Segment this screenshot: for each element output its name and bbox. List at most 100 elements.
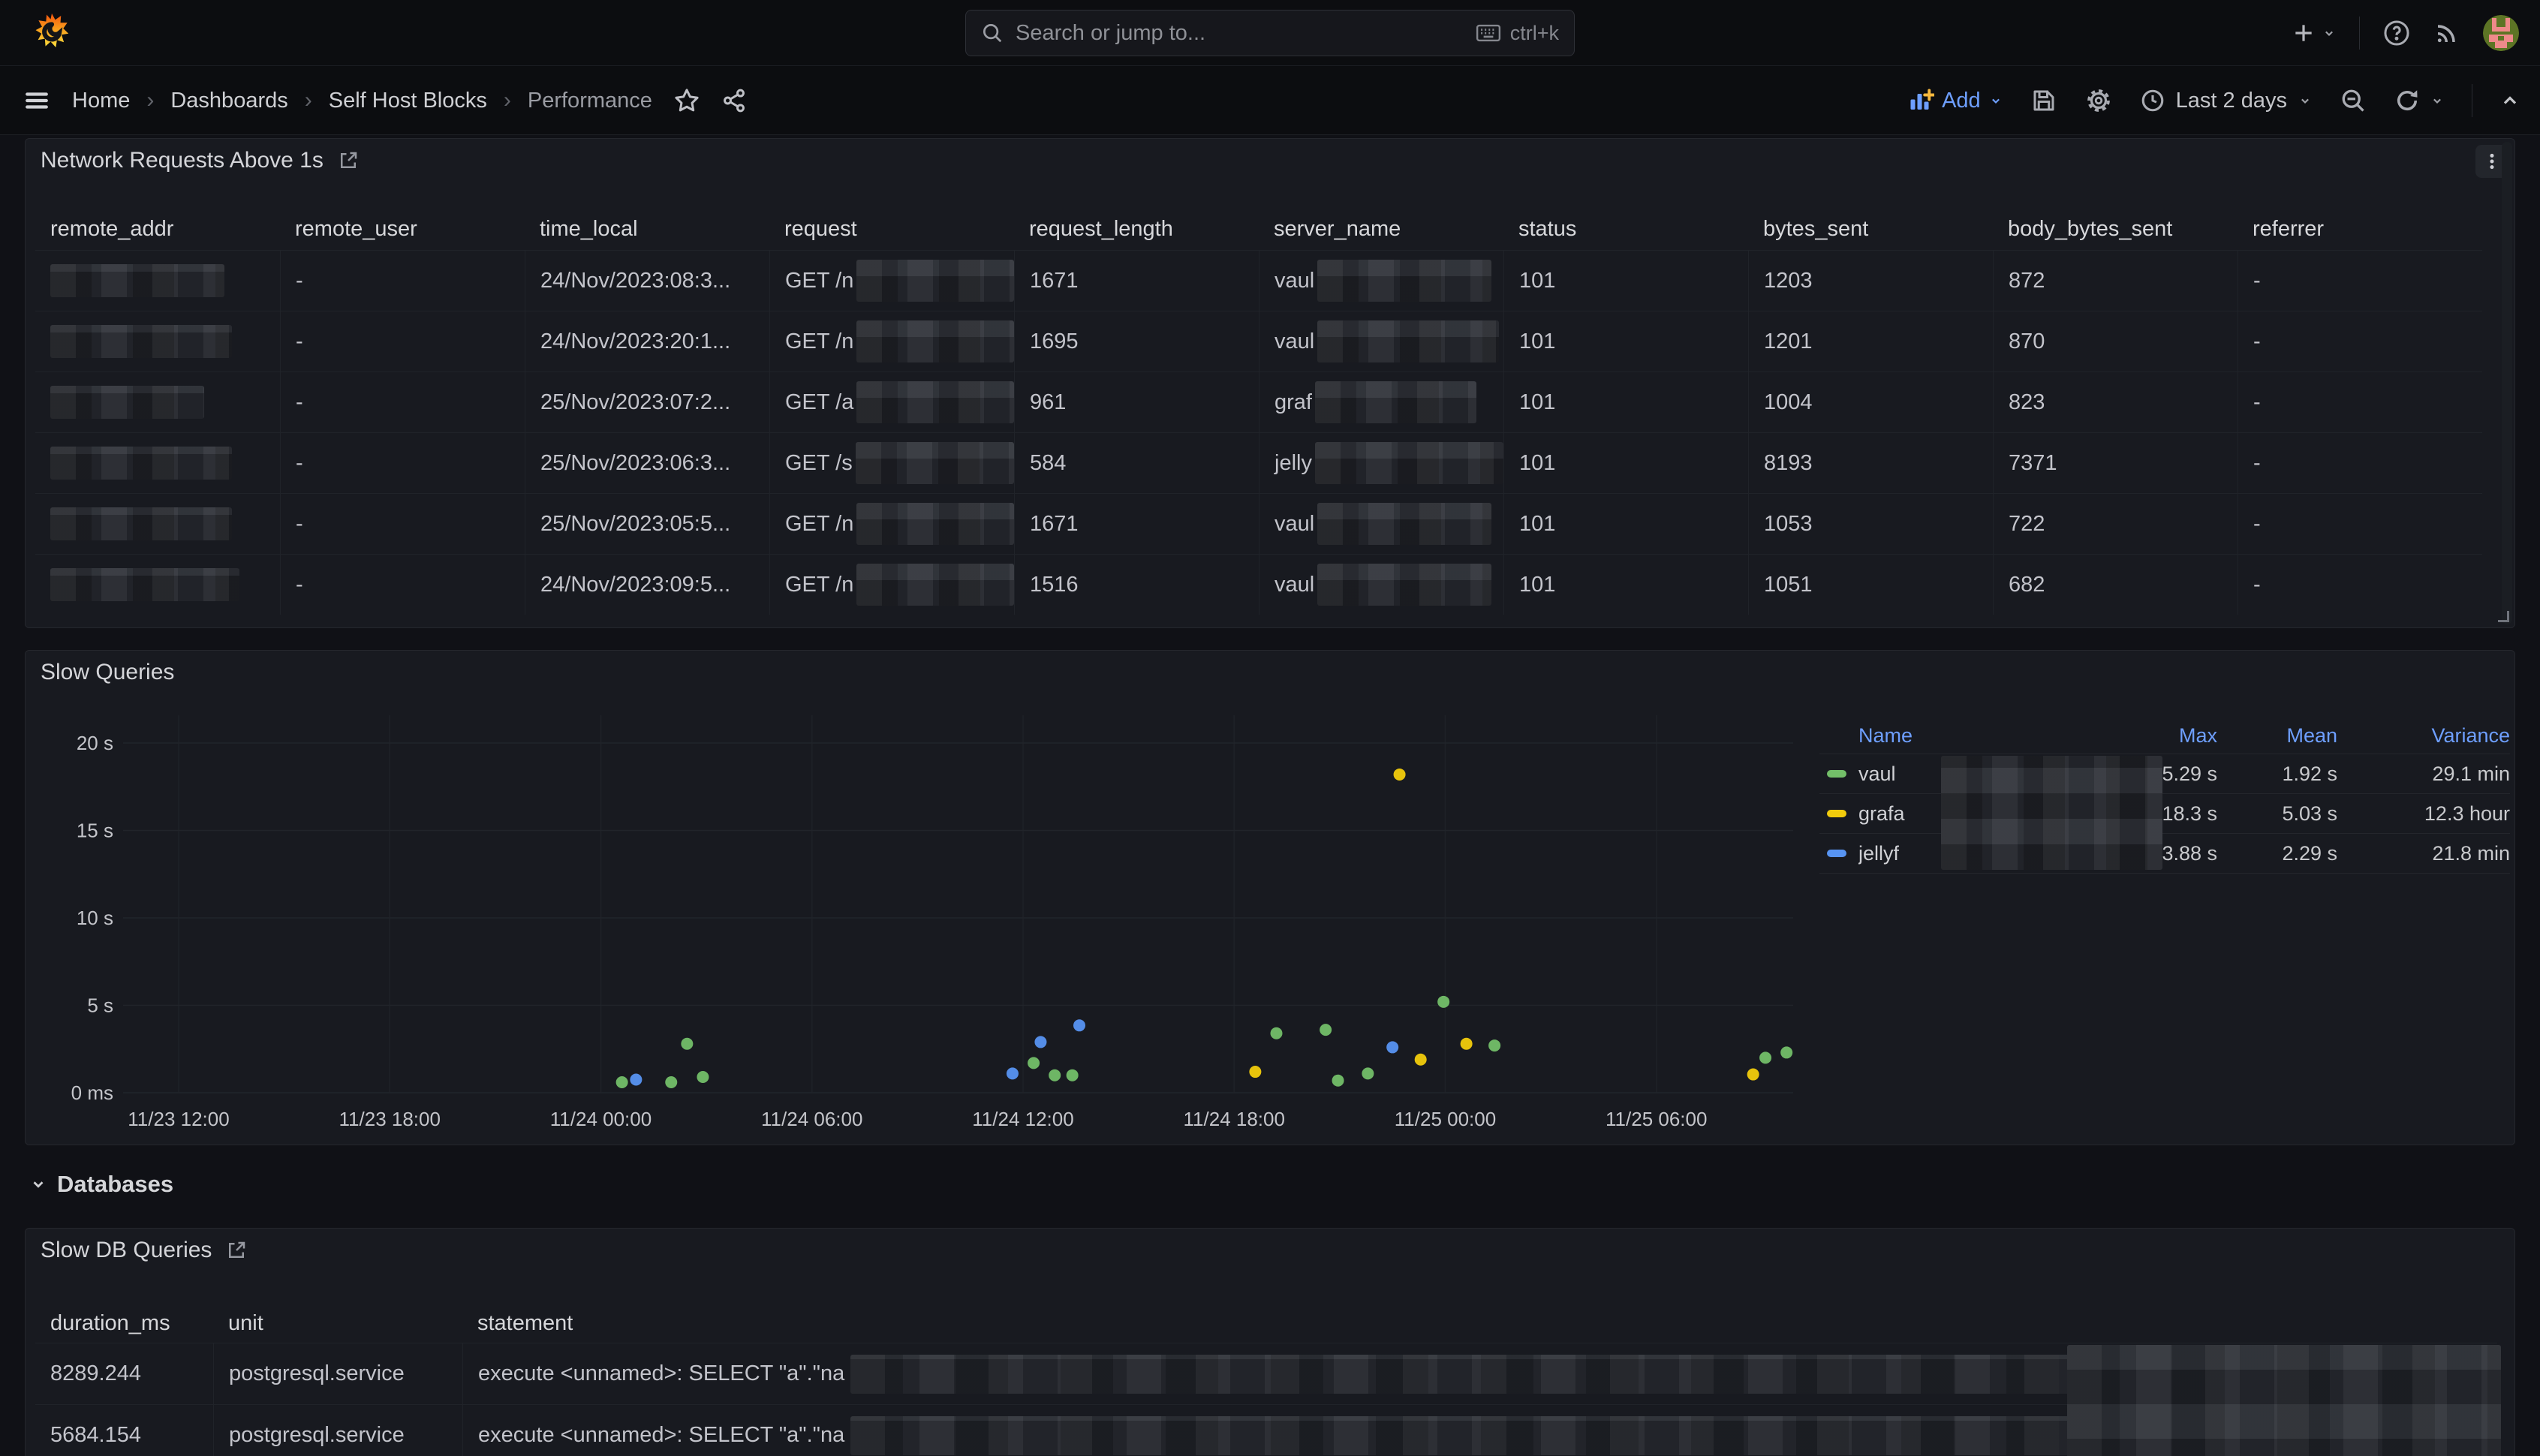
legend-mean-value: 2.29 s bbox=[2217, 842, 2337, 865]
cell-request-length: 1671 bbox=[1014, 251, 1259, 311]
cell-remote-user: - bbox=[280, 494, 525, 554]
cell-body-bytes-sent: 823 bbox=[1993, 372, 2238, 432]
scatter-point-vaul bbox=[616, 1076, 628, 1088]
scatter-point-vaul bbox=[697, 1071, 709, 1083]
redacted-value bbox=[856, 564, 1014, 606]
external-link-icon[interactable] bbox=[337, 149, 360, 172]
redacted-value bbox=[856, 442, 1014, 484]
column-header-referrer[interactable]: referrer bbox=[2238, 208, 2482, 250]
help-icon[interactable] bbox=[2382, 19, 2411, 47]
cell-remote-user: - bbox=[280, 251, 525, 311]
column-header-remote_user[interactable]: remote_user bbox=[280, 208, 525, 250]
zoom-out-time-icon[interactable] bbox=[2340, 87, 2367, 114]
x-axis-tick-label: 11/25 00:00 bbox=[1395, 1108, 1496, 1130]
column-header-body_bytes_sent[interactable]: body_bytes_sent bbox=[1993, 208, 2238, 250]
scatter-point-grafa bbox=[1747, 1069, 1759, 1081]
x-axis-tick-label: 11/24 00:00 bbox=[550, 1108, 652, 1130]
top-nav-actions bbox=[2292, 0, 2519, 66]
panel-scrollbar[interactable] bbox=[2502, 142, 2512, 624]
news-rss-icon[interactable] bbox=[2433, 20, 2460, 47]
search-bar[interactable]: ctrl+k bbox=[965, 10, 1575, 56]
cell-remote-addr bbox=[35, 555, 280, 615]
favorite-star-icon[interactable] bbox=[673, 87, 700, 114]
cell-server-name: graf bbox=[1259, 372, 1503, 432]
redacted-value bbox=[1317, 320, 1499, 362]
redacted-statement-block bbox=[2067, 1345, 2501, 1456]
redacted-value bbox=[50, 264, 224, 297]
cell-status: 101 bbox=[1503, 251, 1748, 311]
breadcrumb-item[interactable]: Self Host Blocks bbox=[329, 89, 487, 113]
cell-status: 101 bbox=[1503, 433, 1748, 493]
breadcrumb: Home›Dashboards›Self Host Blocks›Perform… bbox=[72, 88, 652, 113]
table-row: -25/Nov/2023:06:3...GET /s584jelly101819… bbox=[35, 432, 2482, 493]
search-input[interactable] bbox=[1016, 21, 1476, 46]
x-axis-tick-label: 11/24 12:00 bbox=[972, 1108, 1073, 1130]
column-header-request[interactable]: request bbox=[769, 208, 1014, 250]
column-header-duration_ms[interactable]: duration_ms bbox=[35, 1304, 213, 1343]
new-menu-button[interactable] bbox=[2292, 21, 2337, 45]
column-header-server_name[interactable]: server_name bbox=[1259, 208, 1503, 250]
panel-title[interactable]: Network Requests Above 1s bbox=[41, 148, 324, 173]
cell-time-local: 25/Nov/2023:06:3... bbox=[525, 433, 769, 493]
column-header-time_local[interactable]: time_local bbox=[525, 208, 769, 250]
breadcrumb-item[interactable]: Dashboards bbox=[170, 89, 287, 113]
redacted-value bbox=[50, 507, 232, 540]
series-color-swatch[interactable] bbox=[1827, 850, 1846, 857]
share-icon[interactable] bbox=[721, 88, 747, 113]
column-header-statement[interactable]: statement bbox=[462, 1304, 2497, 1343]
scatter-point-vaul bbox=[1028, 1057, 1040, 1069]
panel-title[interactable]: Slow DB Queries bbox=[41, 1238, 212, 1263]
cell-duration-ms: 8289.244 bbox=[35, 1343, 213, 1404]
panel-resize-handle[interactable] bbox=[2498, 611, 2509, 622]
table-body: -24/Nov/2023:08:3...GET /n1671vaul101120… bbox=[35, 250, 2482, 615]
collapse-toolbar-chevron-icon[interactable] bbox=[2499, 90, 2520, 111]
grafana-logo[interactable] bbox=[35, 11, 69, 56]
cell-request: GET /n bbox=[769, 251, 1014, 311]
legend-header-mean[interactable]: Mean bbox=[2217, 724, 2337, 748]
legend-mean-value: 5.03 s bbox=[2217, 802, 2337, 826]
slow-queries-scatter-chart[interactable]: 0 ms5 s10 s15 s20 s11/23 12:0011/23 18:0… bbox=[71, 694, 1804, 1145]
column-header-request_length[interactable]: request_length bbox=[1014, 208, 1259, 250]
redacted-value bbox=[856, 503, 1014, 545]
breadcrumb-item[interactable]: Performance bbox=[528, 89, 652, 113]
save-dashboard-icon[interactable] bbox=[2030, 87, 2057, 114]
refresh-dashboard-button[interactable] bbox=[2394, 87, 2445, 114]
cell-bytes-sent: 1051 bbox=[1748, 555, 1993, 615]
dashboard-settings-gear-icon[interactable] bbox=[2084, 86, 2113, 115]
series-color-swatch[interactable] bbox=[1827, 770, 1846, 778]
legend-header-max[interactable]: Max bbox=[2090, 724, 2217, 748]
cell-bytes-sent: 1053 bbox=[1748, 494, 1993, 554]
cell-status: 101 bbox=[1503, 555, 1748, 615]
series-color-swatch[interactable] bbox=[1827, 810, 1846, 817]
cell-remote-addr bbox=[35, 433, 280, 493]
cell-bytes-sent: 1203 bbox=[1748, 251, 1993, 311]
hamburger-menu-icon[interactable] bbox=[23, 88, 51, 113]
databases-section-label: Databases bbox=[57, 1171, 173, 1198]
scatter-point-vaul bbox=[1271, 1027, 1283, 1039]
legend-header-variance[interactable]: Variance bbox=[2337, 724, 2510, 748]
user-avatar[interactable] bbox=[2483, 15, 2519, 51]
scatter-point-jellyf bbox=[1034, 1036, 1046, 1048]
cell-request-length: 1671 bbox=[1014, 494, 1259, 554]
request-prefix: GET /n bbox=[785, 269, 853, 293]
cell-server-name: jelly bbox=[1259, 433, 1503, 493]
column-header-remote_addr[interactable]: remote_addr bbox=[35, 208, 280, 250]
cell-remote-addr bbox=[35, 251, 280, 311]
legend-header-name[interactable]: Name bbox=[1819, 724, 2090, 748]
cell-unit: postgresql.service bbox=[213, 1343, 462, 1404]
time-range-picker[interactable]: Last 2 days bbox=[2140, 88, 2313, 113]
cell-request-length: 1695 bbox=[1014, 311, 1259, 372]
redacted-value bbox=[856, 260, 1014, 302]
column-header-unit[interactable]: unit bbox=[213, 1304, 462, 1343]
cell-remote-addr bbox=[35, 494, 280, 554]
column-header-bytes_sent[interactable]: bytes_sent bbox=[1748, 208, 1993, 250]
breadcrumb-item[interactable]: Home bbox=[72, 89, 130, 113]
cell-status: 101 bbox=[1503, 494, 1748, 554]
add-panel-button[interactable]: Add bbox=[1907, 87, 2003, 114]
databases-section-toggle[interactable]: Databases bbox=[30, 1171, 173, 1198]
panel-title[interactable]: Slow Queries bbox=[41, 660, 174, 685]
cell-referrer: - bbox=[2238, 494, 2482, 554]
external-link-icon[interactable] bbox=[225, 1239, 248, 1262]
legend-row: jellyf3.88 s2.29 s21.8 min bbox=[1819, 834, 2510, 874]
column-header-status[interactable]: status bbox=[1503, 208, 1748, 250]
